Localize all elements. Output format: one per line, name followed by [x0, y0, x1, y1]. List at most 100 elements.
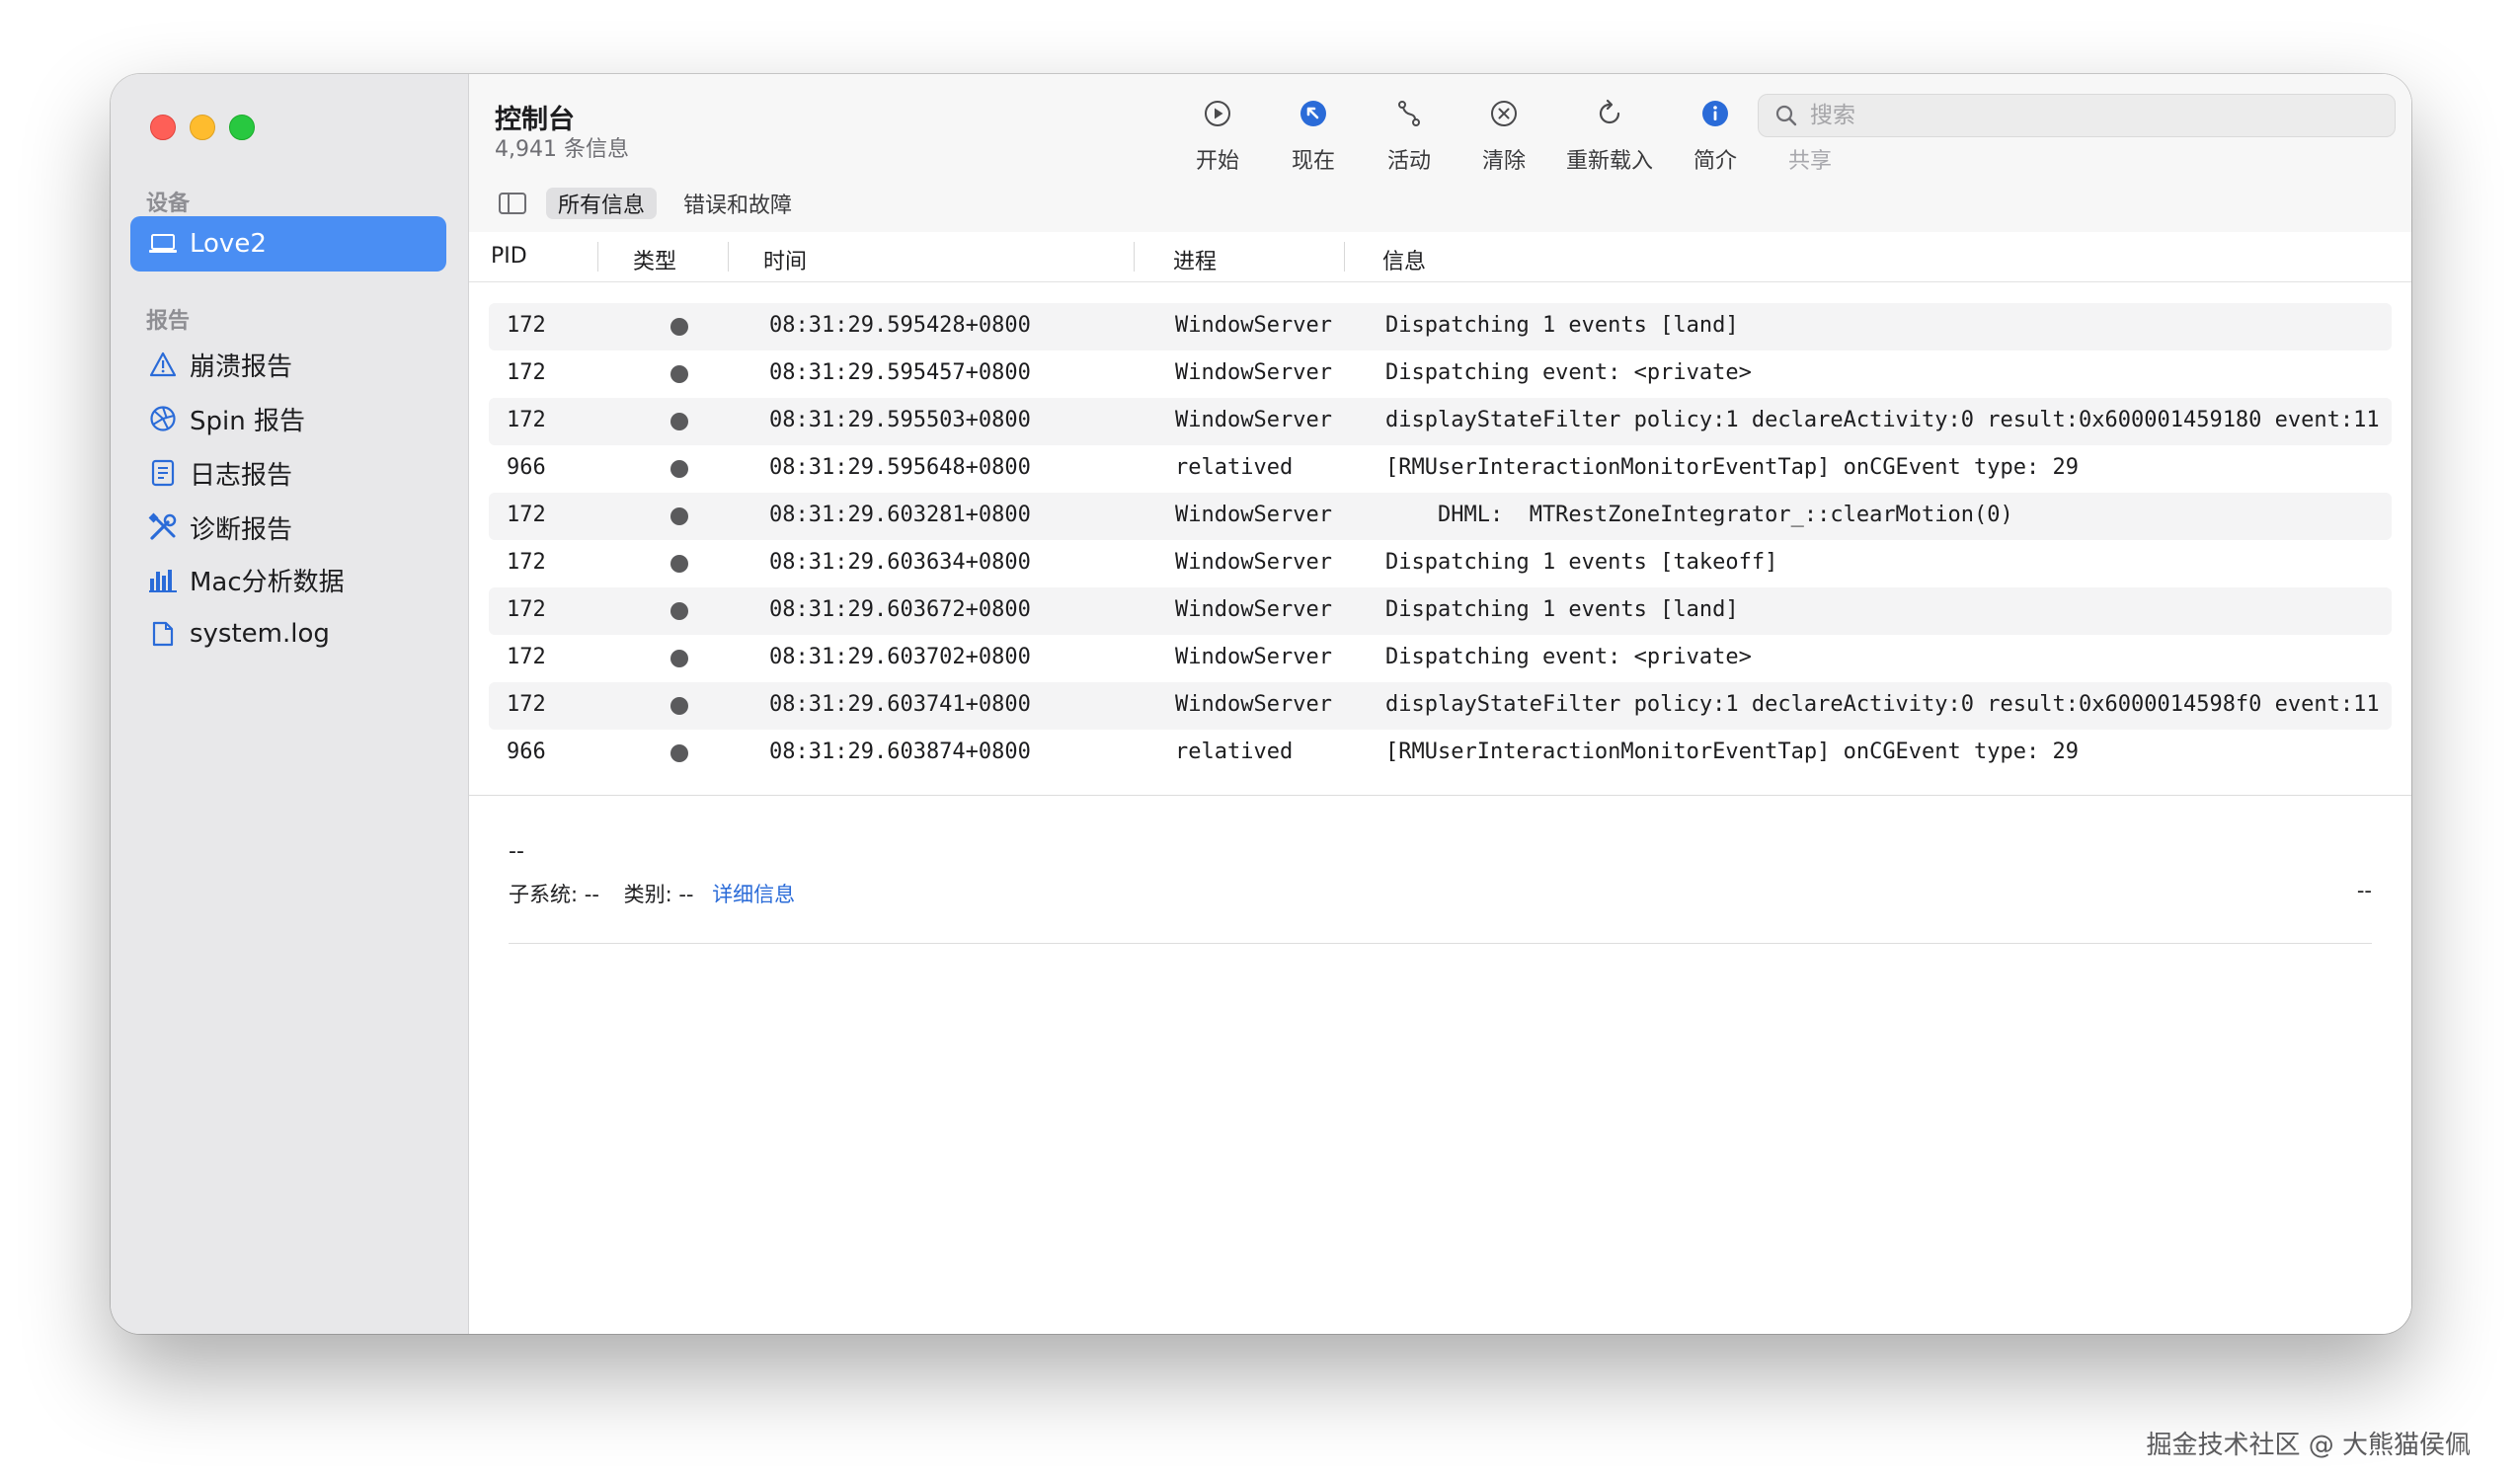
clear-x-circle-icon: [1484, 94, 1524, 133]
cell-message: displayStateFilter policy:1 declareActiv…: [1385, 408, 2380, 432]
detail-category: 类别: --: [623, 883, 694, 906]
sidebar-item-mac-analytics[interactable]: Mac分析数据: [130, 554, 446, 605]
main-panel: 控制台 4,941 条信息 开始 现在 活动 清除 重新载入 简介 共享 搜索 …: [469, 74, 2411, 1334]
log-type-default-icon: [670, 365, 688, 383]
sidebar-item-label: system.log: [190, 619, 330, 649]
cell-pid: 172: [507, 645, 546, 669]
close-window-button[interactable]: [150, 115, 176, 140]
cell-message: [RMUserInteractionMonitorEventTap] onCGE…: [1385, 740, 2079, 764]
clear-button[interactable]: 清除: [1455, 94, 1553, 175]
sidebar-item-log-reports[interactable]: 日志报告: [130, 447, 446, 499]
cell-process: relatived: [1175, 740, 1294, 764]
cell-pid: 966: [507, 740, 546, 764]
zoom-window-button[interactable]: [229, 115, 255, 140]
reload-button[interactable]: 重新载入: [1560, 94, 1659, 175]
aperture-icon: [146, 402, 180, 435]
toolbar: 控制台 4,941 条信息 开始 现在 活动 清除 重新载入 简介 共享 搜索 …: [469, 74, 2411, 233]
cell-process: WindowServer: [1175, 550, 1332, 575]
detail-title: --: [509, 839, 524, 864]
devices-section-title: 设备: [146, 192, 191, 216]
detail-subsystem: 子系统: --: [509, 883, 599, 906]
sidebar-item-label: Mac分析数据: [190, 567, 345, 597]
cell-time: 08:31:29.595503+0800: [769, 408, 1031, 432]
cell-process: WindowServer: [1175, 408, 1332, 432]
cell-time: 08:31:29.595648+0800: [769, 455, 1031, 480]
table-row[interactable]: 172 08:31:29.603634+0800 WindowServer Dispa…: [489, 540, 2392, 587]
column-divider[interactable]: [1134, 242, 1135, 272]
column-header-time[interactable]: 时间: [763, 244, 807, 275]
search-input[interactable]: [1808, 102, 2365, 129]
minimize-window-button[interactable]: [190, 115, 215, 140]
table-row[interactable]: 172 08:31:29.603741+0800 WindowServer displ…: [489, 682, 2392, 730]
filter-errors-faults[interactable]: 错误和故障: [671, 188, 804, 219]
column-divider[interactable]: [1344, 242, 1345, 272]
log-type-default-icon: [670, 460, 688, 478]
table-row[interactable]: 966 08:31:29.595648+0800 relatived [RMUserI…: [489, 445, 2392, 493]
cell-message: displayStateFilter policy:1 declareActiv…: [1385, 692, 2380, 717]
activity-button-label: 活动: [1386, 149, 1431, 174]
cell-process: relatived: [1175, 455, 1294, 480]
share-button-label: 共享: [1787, 149, 1832, 174]
cell-time: 08:31:29.595457+0800: [769, 360, 1031, 385]
warning-triangle-icon: [146, 348, 180, 381]
cell-process: WindowServer: [1175, 503, 1332, 527]
cell-time: 08:31:29.603741+0800: [769, 692, 1031, 717]
cell-process: WindowServer: [1175, 645, 1332, 669]
log-type-default-icon: [670, 744, 688, 762]
log-type-default-icon: [670, 413, 688, 430]
filter-all-messages[interactable]: 所有信息: [546, 188, 658, 219]
sidebar-item-label: 崩溃报告: [190, 351, 293, 382]
cell-time: 08:31:29.603634+0800: [769, 550, 1031, 575]
console-window: 设备 Love2 报告 崩溃报告 Spin 报告 日志报告 诊断报告 Mac分析…: [111, 74, 2411, 1334]
table-row[interactable]: 172 08:31:29.595457+0800 WindowServer Dispa…: [489, 350, 2392, 398]
arrow-up-left-circle-icon: [1294, 94, 1333, 133]
sidebar-item-diagnostic-reports[interactable]: 诊断报告: [130, 502, 446, 553]
pane-divider[interactable]: [469, 795, 2411, 796]
cell-time: 08:31:29.603281+0800: [769, 503, 1031, 527]
cell-pid: 172: [507, 503, 546, 527]
cell-process: WindowServer: [1175, 360, 1332, 385]
table-row[interactable]: 172 08:31:29.595428+0800 WindowServer Dispa…: [489, 303, 2392, 350]
cell-message: [RMUserInteractionMonitorEventTap] onCGE…: [1385, 455, 2079, 480]
sidebar-toggle-button[interactable]: [499, 193, 526, 214]
column-divider[interactable]: [597, 242, 598, 272]
search-icon: [1774, 103, 1800, 128]
table-row[interactable]: 966 08:31:29.603874+0800 relatived [RMUserI…: [489, 730, 2392, 777]
info-button[interactable]: 简介: [1666, 94, 1765, 175]
cell-pid: 966: [507, 455, 546, 480]
cell-pid: 172: [507, 692, 546, 717]
sidebar-item-device[interactable]: Love2: [130, 216, 446, 272]
sidebar-item-label: 诊断报告: [190, 514, 293, 545]
sidebar-item-crash-reports[interactable]: 崩溃报告: [130, 339, 446, 390]
table-row[interactable]: 172 08:31:29.603672+0800 WindowServer Dispa…: [489, 587, 2392, 635]
start-button[interactable]: 开始: [1168, 94, 1267, 175]
column-header-pid[interactable]: PID: [491, 244, 527, 269]
table-header: PID 类型 时间 进程 信息: [469, 232, 2411, 282]
column-divider[interactable]: [728, 242, 729, 272]
sidebar-item-spin-reports[interactable]: Spin 报告: [130, 393, 446, 444]
sidebar-item-device-label: Love2: [190, 229, 267, 259]
cell-message: Dispatching event: <private>: [1385, 645, 1752, 669]
column-header-process[interactable]: 进程: [1173, 244, 1217, 275]
table-row[interactable]: 172 08:31:29.595503+0800 WindowServer displ…: [489, 398, 2392, 445]
sidebar-item-system-log[interactable]: system.log: [130, 608, 446, 660]
column-header-message[interactable]: 信息: [1382, 244, 1426, 275]
cell-process: WindowServer: [1175, 313, 1332, 338]
detail-meta: 子系统: -- 类别: -- 详细信息: [509, 879, 795, 908]
detail-right-value: --: [2356, 879, 2372, 902]
cell-pid: 172: [507, 550, 546, 575]
cell-time: 08:31:29.595428+0800: [769, 313, 1031, 338]
cell-message: DHML: MTRestZoneIntegrator_::clearMotion…: [1385, 503, 2013, 527]
sidebar-item-label: Spin 报告: [190, 406, 305, 436]
reports-section-title: 报告: [146, 309, 191, 334]
table-row[interactable]: 172 08:31:29.603281+0800 WindowServer DHML…: [489, 493, 2392, 540]
detail-divider: [509, 943, 2372, 944]
search-field[interactable]: [1758, 94, 2396, 137]
activity-button[interactable]: 活动: [1360, 94, 1458, 175]
table-row[interactable]: 172 08:31:29.603702+0800 WindowServer Dispa…: [489, 635, 2392, 682]
laptop-icon: [146, 232, 180, 256]
document-text-icon: [146, 456, 180, 490]
column-header-type[interactable]: 类型: [633, 244, 676, 275]
now-button[interactable]: 现在: [1264, 94, 1363, 175]
detail-info-link[interactable]: 详细信息: [712, 883, 795, 906]
